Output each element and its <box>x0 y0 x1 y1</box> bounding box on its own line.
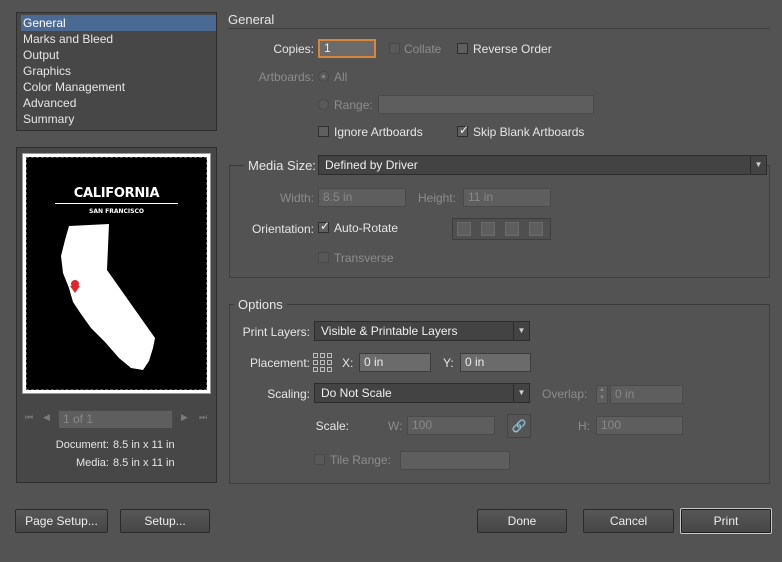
h-label: H: <box>578 419 590 433</box>
collate-label: Collate <box>404 42 442 56</box>
options-section-title: Options <box>234 297 287 313</box>
scale-w-input[interactable]: 100 <box>407 416 495 435</box>
page-number-field[interactable]: 1 of 1 <box>58 410 173 429</box>
auto-rotate-checkbox[interactable]: ✓ <box>318 219 331 233</box>
print-button[interactable]: Print <box>680 508 772 534</box>
category-marks-and-bleed[interactable]: Marks and Bleed <box>21 31 216 47</box>
category-graphics[interactable]: Graphics <box>21 63 216 79</box>
overlap-label: Overlap: <box>542 387 588 401</box>
last-page-icon[interactable]: ⏭ <box>199 412 207 423</box>
transverse-checkbox[interactable] <box>318 252 329 263</box>
landscape-orientation-icon[interactable] <box>481 222 495 236</box>
y-input[interactable]: 0 in <box>460 353 531 372</box>
height-label: Height: <box>418 191 457 205</box>
flipped-landscape-orientation-icon[interactable] <box>529 222 543 236</box>
checkmark-icon: ✓ <box>459 123 470 137</box>
general-divider <box>228 28 770 29</box>
width-label: Width: <box>279 191 314 205</box>
tile-range-checkbox[interactable] <box>314 454 325 465</box>
chevron-down-icon: ▼ <box>750 156 766 174</box>
preview-page[interactable]: CALIFORNIA SAN FRANCISCO <box>22 153 211 394</box>
overlap-stepper-icon[interactable]: ▲ ▼ <box>596 385 608 404</box>
scaling-value: Do Not Scale <box>321 386 392 400</box>
media-size-label: Media Size: <box>244 158 320 174</box>
skip-blank-checkbox[interactable]: ✓ <box>457 123 470 137</box>
height-input[interactable]: 11 in <box>463 188 551 207</box>
poster-rule <box>55 203 178 204</box>
media-size-value: Defined by Driver <box>325 158 418 172</box>
x-label: X: <box>342 356 354 370</box>
page-setup-button[interactable]: Page Setup... <box>15 509 108 533</box>
x-input[interactable]: 0 in <box>359 353 431 372</box>
scaling-label: Scaling: <box>267 387 310 401</box>
category-general[interactable]: General <box>21 15 216 31</box>
tile-range-input[interactable] <box>400 451 510 470</box>
cancel-button[interactable]: Cancel <box>583 509 674 533</box>
chevron-down-icon: ▼ <box>513 384 529 402</box>
auto-rotate-label: Auto-Rotate <box>334 221 399 235</box>
range-input[interactable] <box>378 95 594 114</box>
checkmark-icon: ✓ <box>320 219 331 233</box>
ignore-artboards-checkbox[interactable] <box>318 126 329 137</box>
orientation-label: Orientation: <box>251 222 314 236</box>
portrait-orientation-icon[interactable] <box>457 222 471 236</box>
w-label: W: <box>388 419 403 433</box>
poster-subtitle: SAN FRANCISCO <box>89 208 144 215</box>
next-page-icon[interactable]: ▶ <box>181 412 188 423</box>
document-size-label: Document: <box>55 439 109 451</box>
artboards-range-radio[interactable] <box>318 99 329 110</box>
print-layers-dropdown[interactable]: Visible & Printable Layers ▼ <box>314 321 530 341</box>
done-button[interactable]: Done <box>477 509 567 533</box>
reverse-order-label: Reverse Order <box>473 42 552 56</box>
preview-panel: CALIFORNIA SAN FRANCISCO ⏮ ◀ 1 of 1 ▶ ⏭ … <box>16 147 217 483</box>
transverse-label: Transverse <box>334 251 394 265</box>
category-advanced[interactable]: Advanced <box>21 95 216 111</box>
placement-grid-icon[interactable] <box>313 353 332 372</box>
category-summary[interactable]: Summary <box>21 111 216 127</box>
reverse-order-checkbox[interactable] <box>457 43 468 54</box>
setup-button[interactable]: Setup... <box>120 509 210 533</box>
orientation-buttons <box>452 218 551 240</box>
category-output[interactable]: Output <box>21 47 216 63</box>
copies-label: Copies: <box>273 42 314 56</box>
category-list[interactable]: General Marks and Bleed Output Graphics … <box>16 12 217 131</box>
width-input[interactable]: 8.5 in <box>318 188 406 207</box>
print-layers-label: Print Layers: <box>242 325 310 339</box>
ignore-artboards-label: Ignore Artboards <box>334 125 423 139</box>
chevron-down-icon: ▼ <box>513 322 529 340</box>
print-layers-value: Visible & Printable Layers <box>321 324 458 338</box>
scale-h-input[interactable]: 100 <box>596 416 683 435</box>
flipped-portrait-orientation-icon[interactable] <box>505 222 519 236</box>
artboards-range-label: Range: <box>334 98 373 112</box>
general-section-title: General <box>228 12 275 27</box>
category-color-management[interactable]: Color Management <box>21 79 216 95</box>
skip-blank-label: Skip Blank Artboards <box>473 125 585 139</box>
scaling-dropdown[interactable]: Do Not Scale ▼ <box>314 383 530 403</box>
media-size-dropdown[interactable]: Defined by Driver ▼ <box>318 155 767 175</box>
prev-page-icon[interactable]: ◀ <box>43 412 50 423</box>
poster-title: CALIFORNIA <box>73 186 160 201</box>
overlap-input[interactable]: 0 in <box>610 385 683 404</box>
artboards-label: Artboards: <box>258 70 314 84</box>
copies-input[interactable]: 1 <box>318 39 376 58</box>
placement-label: Placement: <box>249 356 310 370</box>
california-map-icon <box>61 224 155 370</box>
poster-frame: CALIFORNIA SAN FRANCISCO <box>26 157 207 390</box>
media-size-value: 8.5 in x 11 in <box>113 457 175 469</box>
artboards-all-label: All <box>334 70 348 84</box>
document-size-value: 8.5 in x 11 in <box>113 439 175 451</box>
collate-checkbox[interactable] <box>389 43 400 54</box>
first-page-icon[interactable]: ⏮ <box>25 412 33 423</box>
scale-label: Scale: <box>315 419 349 433</box>
y-label: Y: <box>443 356 454 370</box>
media-size-label: Media: <box>75 457 109 469</box>
artboards-all-radio[interactable] <box>318 71 329 82</box>
link-proportions-icon[interactable]: 🔗 <box>507 414 531 438</box>
tile-range-label: Tile Range: <box>330 453 391 467</box>
